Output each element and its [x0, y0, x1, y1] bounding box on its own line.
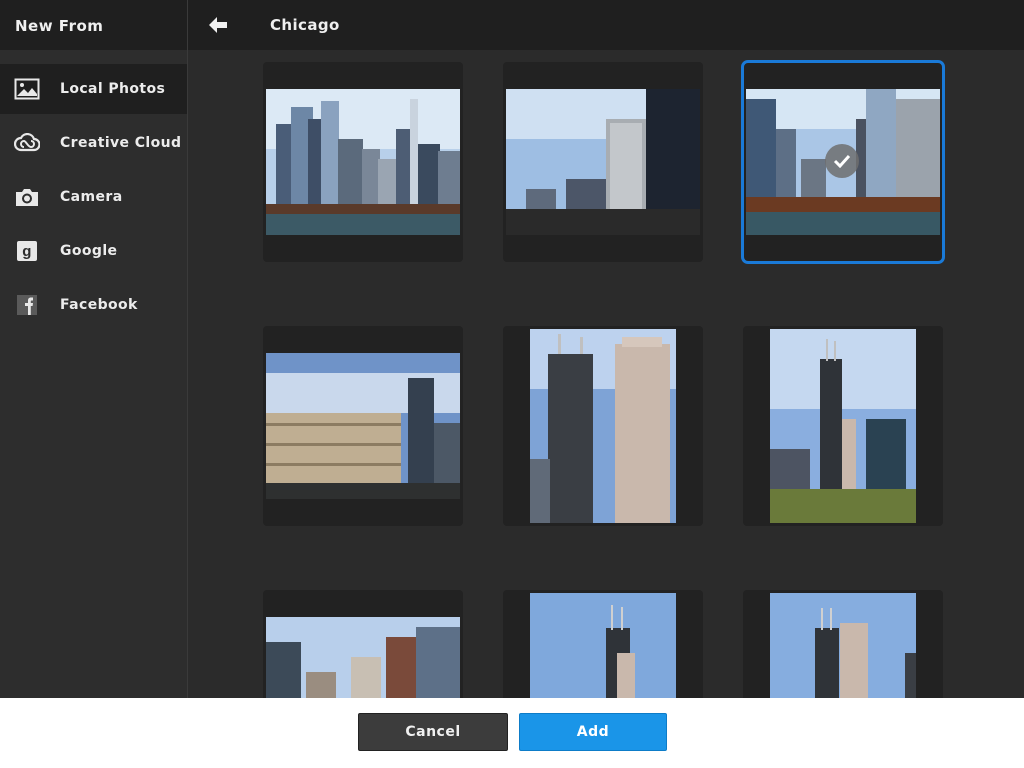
sidebar: New From Local Photos Creative Cloud Cam… — [0, 0, 188, 698]
photo-tile[interactable] — [503, 326, 703, 526]
photo-tile[interactable] — [503, 62, 703, 262]
photo-tile[interactable] — [263, 590, 463, 698]
sidebar-item-google[interactable]: g Google — [0, 226, 187, 276]
add-button[interactable]: Add — [519, 713, 667, 751]
sidebar-item-label: Local Photos — [60, 81, 166, 97]
photo-thumbnail — [506, 89, 700, 235]
svg-text:g: g — [22, 243, 32, 260]
footer: Cancel Add — [0, 698, 1024, 768]
photo-thumbnail — [530, 593, 676, 698]
photo-icon — [14, 76, 40, 102]
photo-tile[interactable] — [263, 326, 463, 526]
sidebar-item-label: Google — [60, 243, 118, 259]
photo-tile[interactable] — [743, 590, 943, 698]
back-arrow-icon[interactable] — [208, 14, 230, 36]
photo-tile[interactable] — [503, 590, 703, 698]
sidebar-title: New From — [0, 0, 187, 50]
sidebar-item-facebook[interactable]: Facebook — [0, 280, 187, 330]
source-nav: Local Photos Creative Cloud Camera g Goo… — [0, 64, 187, 330]
photo-tile[interactable] — [743, 326, 943, 526]
facebook-icon — [14, 292, 40, 318]
photo-grid — [188, 50, 1024, 698]
page-title: Chicago — [270, 16, 340, 34]
sidebar-item-label: Camera — [60, 189, 123, 205]
google-icon: g — [14, 238, 40, 264]
photo-thumbnail — [266, 353, 460, 499]
sidebar-item-label: Creative Cloud — [60, 135, 182, 151]
sidebar-item-creative-cloud[interactable]: Creative Cloud — [0, 118, 187, 168]
sidebar-item-local-photos[interactable]: Local Photos — [0, 64, 187, 114]
sidebar-item-camera[interactable]: Camera — [0, 172, 187, 222]
selected-check-icon — [825, 144, 859, 178]
photo-thumbnail — [770, 593, 916, 698]
creative-cloud-icon — [14, 130, 40, 156]
camera-icon — [14, 184, 40, 210]
sidebar-item-label: Facebook — [60, 297, 138, 313]
header: Chicago — [188, 0, 1024, 50]
photo-thumbnail — [266, 89, 460, 235]
photo-thumbnail — [530, 329, 676, 523]
photo-tile[interactable] — [263, 62, 463, 262]
cancel-button[interactable]: Cancel — [358, 713, 508, 751]
photo-thumbnail — [266, 617, 460, 698]
photo-thumbnail — [770, 329, 916, 523]
photo-tile-selected[interactable] — [741, 60, 945, 264]
